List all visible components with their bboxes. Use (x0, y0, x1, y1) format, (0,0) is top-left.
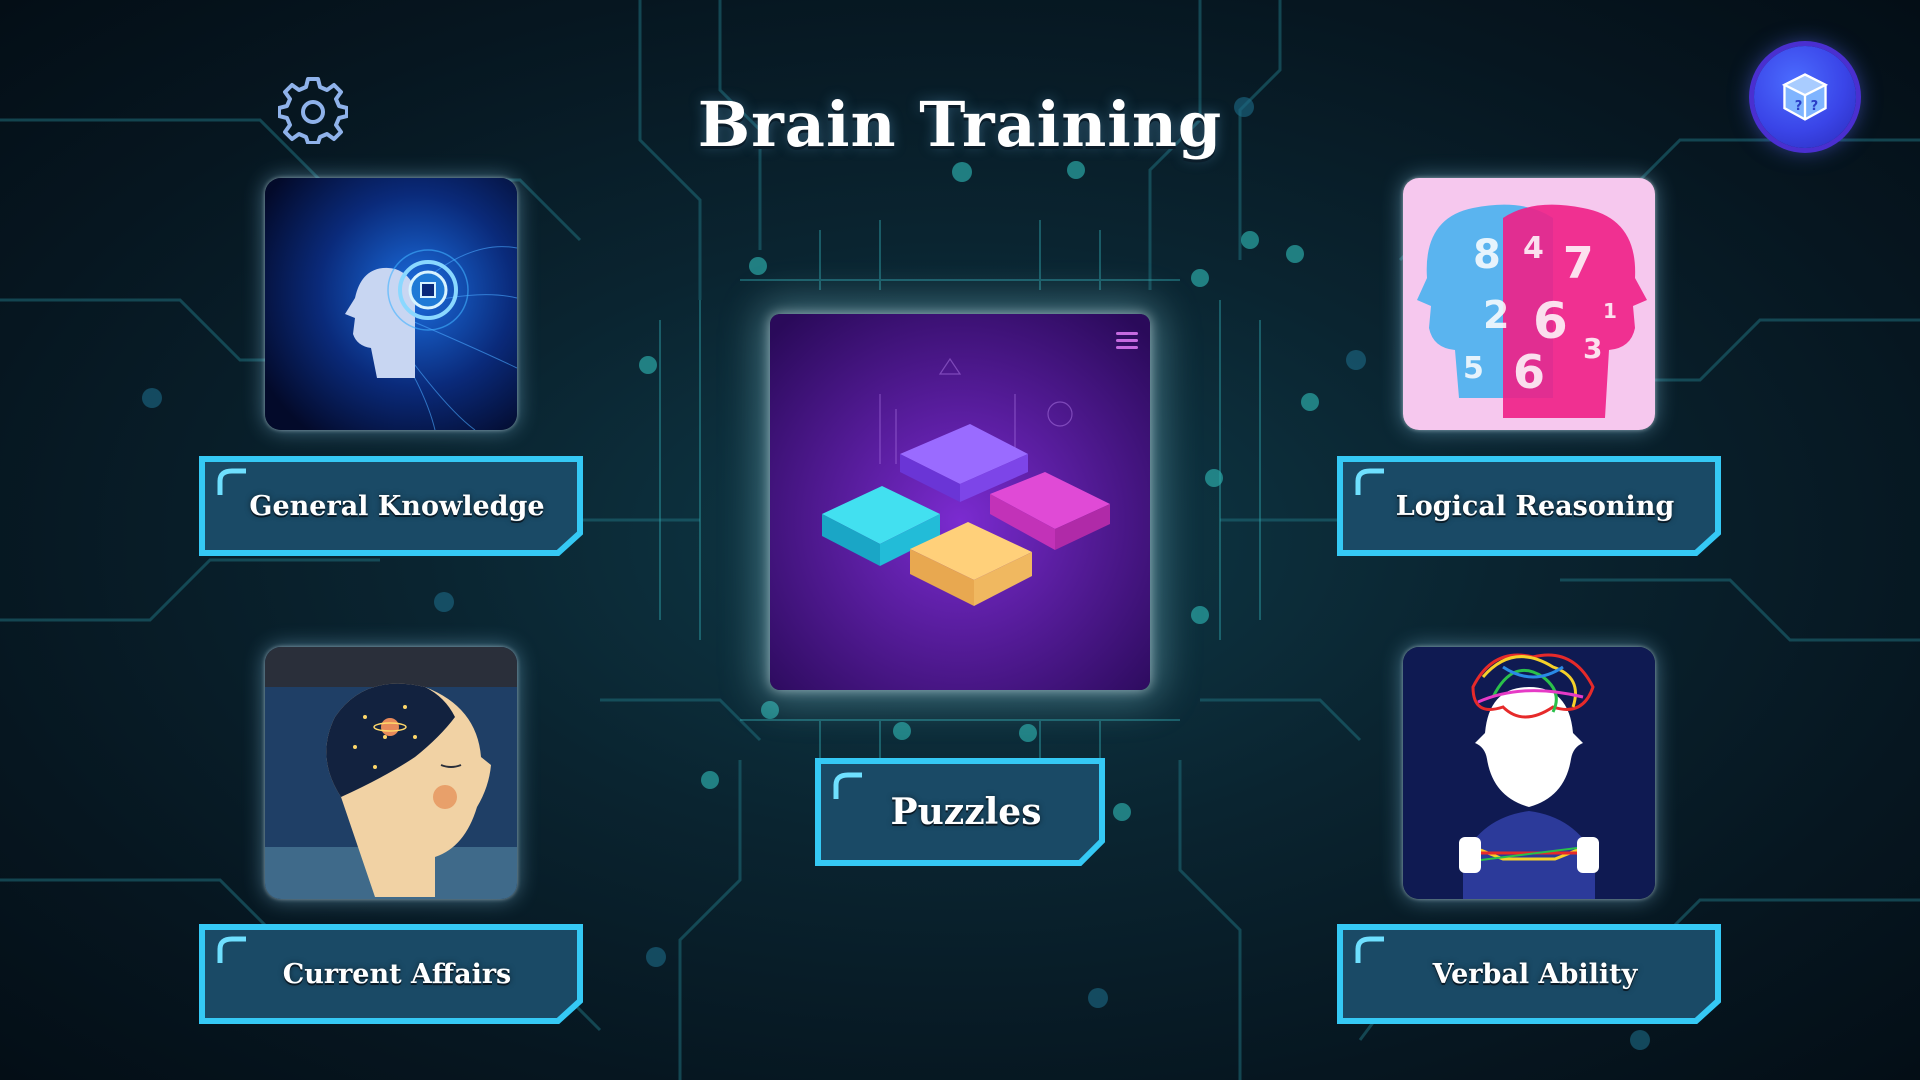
svg-text:6: 6 (1513, 345, 1545, 399)
puzzles-label: Puzzles (890, 791, 1042, 833)
space-mind-illustration (265, 647, 517, 899)
svg-text:6: 6 (1533, 292, 1568, 350)
verbal-ability-label: Verbal Ability (1432, 958, 1638, 990)
hamburger-menu-icon (1116, 332, 1138, 353)
svg-text:5: 5 (1463, 351, 1484, 386)
settings-button[interactable] (277, 74, 349, 145)
numbers-head-illustration: 8 4 7 2 6 5 6 3 1 (1403, 178, 1655, 430)
logical-reasoning-image[interactable]: 8 4 7 2 6 5 6 3 1 (1403, 178, 1655, 430)
svg-text:2: 2 (1483, 293, 1509, 337)
svg-text:3: 3 (1583, 332, 1602, 365)
svg-text:8: 8 (1473, 232, 1501, 278)
current-affairs-button[interactable]: Current Affairs (198, 923, 584, 1025)
svg-text:1: 1 (1603, 299, 1617, 323)
gear-icon (277, 77, 349, 145)
logical-reasoning-button[interactable]: Logical Reasoning (1336, 455, 1722, 557)
verbal-ability-image[interactable] (1403, 647, 1655, 899)
verbal-ability-button[interactable]: Verbal Ability (1336, 923, 1722, 1025)
dice-icon: ? ? (1781, 73, 1829, 121)
svg-text:?: ? (1795, 99, 1803, 114)
ai-head-illustration (265, 178, 517, 430)
random-dice-button[interactable]: ? ? (1754, 46, 1856, 148)
tangled-thoughts-illustration (1403, 647, 1655, 899)
puzzles-image[interactable] (770, 314, 1150, 690)
svg-text:4: 4 (1523, 231, 1544, 266)
general-knowledge-label: General Knowledge (249, 490, 545, 522)
puzzle-pieces-illustration (770, 314, 1150, 690)
svg-text:?: ? (1811, 99, 1819, 114)
logical-reasoning-label: Logical Reasoning (1395, 490, 1675, 522)
current-affairs-label: Current Affairs (282, 958, 512, 990)
puzzles-button[interactable]: Puzzles (814, 757, 1106, 867)
current-affairs-image[interactable] (265, 647, 517, 899)
general-knowledge-button[interactable]: General Knowledge (198, 455, 584, 557)
svg-text:7: 7 (1563, 238, 1594, 289)
general-knowledge-image[interactable] (265, 178, 517, 430)
